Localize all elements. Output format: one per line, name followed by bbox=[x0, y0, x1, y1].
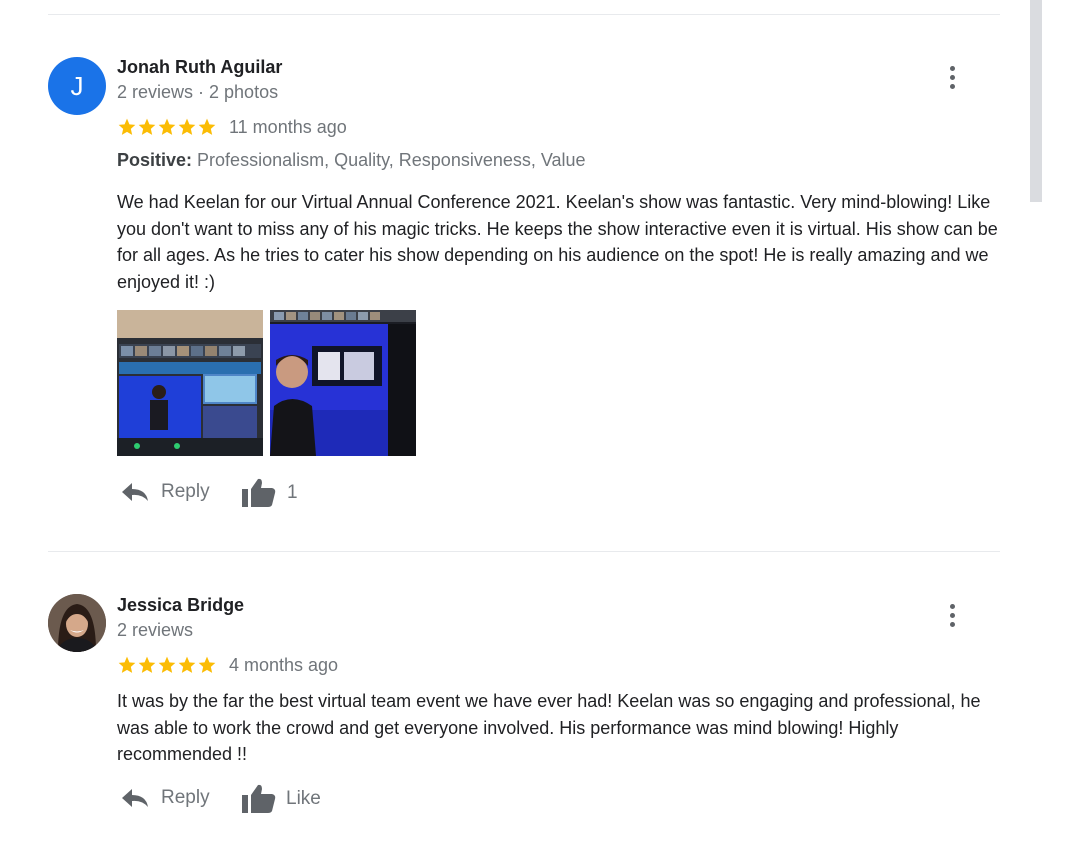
avatar[interactable] bbox=[48, 594, 106, 652]
like-button[interactable]: Like bbox=[241, 783, 321, 815]
author-meta[interactable]: 2 reviews bbox=[117, 620, 193, 641]
more-vertical-icon-dot bbox=[949, 74, 955, 80]
star-icon bbox=[118, 118, 136, 135]
author-name[interactable]: Jonah Ruth Aguilar bbox=[117, 57, 282, 78]
star-icon bbox=[198, 118, 216, 135]
star-icon bbox=[118, 656, 136, 673]
review-text: It was by the far the best virtual team … bbox=[117, 691, 981, 764]
more-vertical-icon-dot bbox=[949, 65, 955, 71]
star-rating bbox=[117, 655, 217, 675]
more-vertical-icon-dot bbox=[949, 603, 955, 609]
star-icon bbox=[138, 656, 156, 673]
thumbs-up-icon bbox=[242, 478, 276, 507]
review-photo[interactable] bbox=[270, 310, 416, 456]
star-icon bbox=[138, 118, 156, 135]
star-icon bbox=[158, 656, 176, 673]
avatar-letter: J bbox=[70, 70, 84, 101]
review-photo[interactable] bbox=[117, 310, 263, 456]
star-rating bbox=[117, 117, 217, 137]
star-icon bbox=[178, 118, 196, 135]
review-photo-image bbox=[117, 310, 263, 456]
review-photo-image bbox=[270, 310, 416, 456]
positive-label: Positive: bbox=[117, 150, 193, 170]
more-options-button[interactable] bbox=[940, 62, 964, 92]
avatar-photo bbox=[48, 594, 106, 652]
author-name[interactable]: Jessica Bridge bbox=[117, 595, 244, 616]
review-date: 11 months ago bbox=[229, 116, 347, 137]
like-count: 1 bbox=[287, 482, 298, 503]
more-vertical-icon-dot bbox=[949, 83, 955, 89]
rating-row: 11 months ago bbox=[117, 115, 347, 139]
divider bbox=[48, 14, 1000, 15]
star-icon bbox=[198, 656, 216, 673]
rating-row: 4 months ago bbox=[117, 653, 338, 677]
review-date: 4 months ago bbox=[229, 654, 339, 675]
star-icon bbox=[178, 656, 196, 673]
reply-icon bbox=[122, 483, 148, 501]
more-options-button[interactable] bbox=[940, 600, 964, 630]
reply-icon bbox=[122, 789, 148, 807]
like-label: Like bbox=[286, 788, 321, 809]
avatar[interactable]: J bbox=[48, 57, 106, 115]
positive-values: Professionalism, Quality, Responsiveness… bbox=[197, 150, 586, 170]
reviews-page: J Jonah Ruth Aguilar 2 reviews · 2 photo… bbox=[0, 0, 1080, 857]
divider bbox=[48, 551, 1000, 552]
positive-attributes: Positive: Professionalism, Quality, Resp… bbox=[117, 150, 586, 171]
reply-button[interactable]: Reply bbox=[120, 786, 210, 810]
reply-label: Reply bbox=[161, 481, 210, 502]
star-icon bbox=[158, 118, 176, 135]
more-vertical-icon-dot bbox=[949, 621, 955, 627]
thumbs-up-icon bbox=[242, 784, 276, 813]
author-meta[interactable]: 2 reviews · 2 photos bbox=[117, 82, 278, 103]
reply-label: Reply bbox=[161, 787, 210, 808]
more-vertical-icon-dot bbox=[949, 612, 955, 618]
reply-button[interactable]: Reply bbox=[120, 480, 210, 504]
review-text: We had Keelan for our Virtual Annual Con… bbox=[117, 192, 998, 292]
like-button[interactable]: 1 bbox=[241, 477, 298, 509]
scrollbar-thumb[interactable] bbox=[1030, 0, 1042, 202]
